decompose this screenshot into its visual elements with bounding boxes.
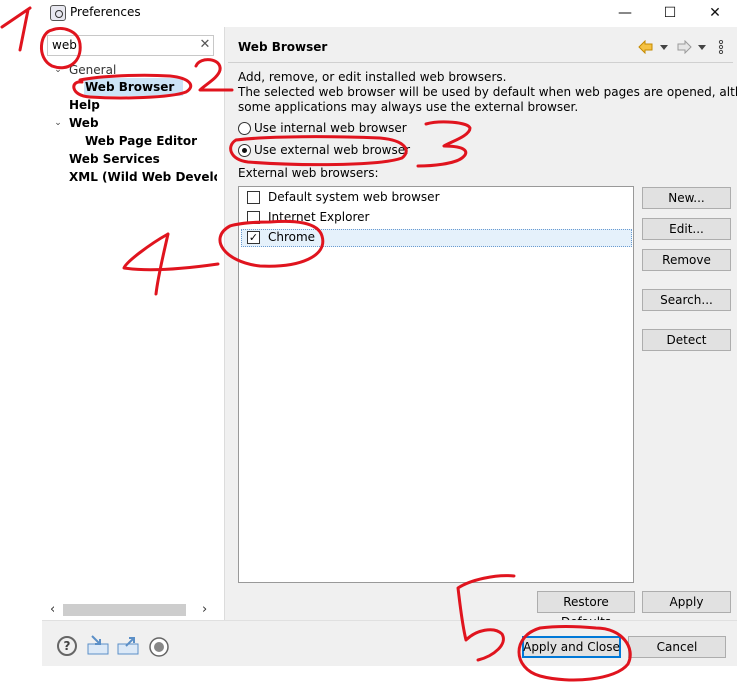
annotation-number-2 bbox=[194, 58, 234, 92]
annotation-number-4 bbox=[122, 232, 220, 296]
annotation-circle-external bbox=[229, 135, 408, 167]
annotation-number-1 bbox=[0, 6, 32, 52]
annotation-number-3 bbox=[416, 120, 472, 168]
red-annotations bbox=[0, 6, 632, 682]
annotation-circle-chrome bbox=[218, 219, 325, 268]
annotation-circle-apply-close bbox=[517, 625, 632, 682]
annotation-circle-search bbox=[40, 27, 82, 70]
annotation-circle-web-browser bbox=[72, 73, 193, 100]
annotation-number-5 bbox=[456, 574, 516, 662]
